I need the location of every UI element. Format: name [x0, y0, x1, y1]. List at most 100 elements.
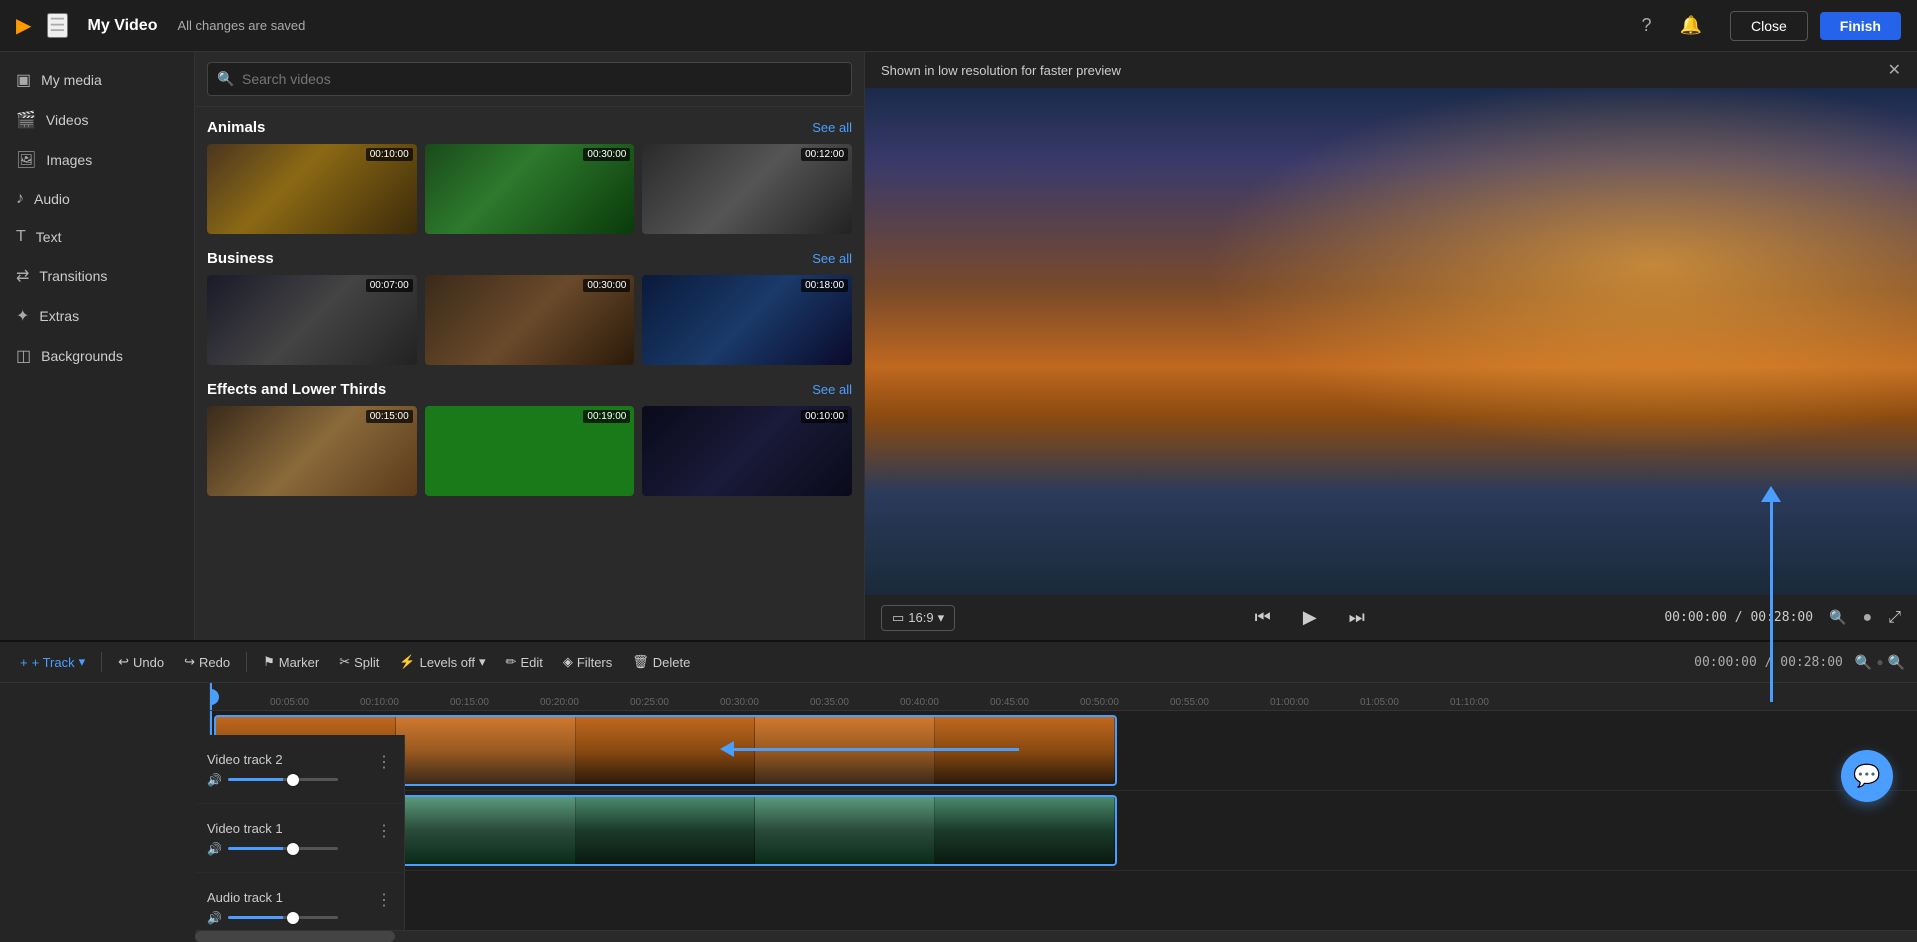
- marker-button[interactable]: ⚑ Marker: [255, 650, 327, 674]
- delete-button[interactable]: 🗑 Delete: [624, 650, 698, 674]
- sidebar-item-backgrounds[interactable]: ◫ Backgrounds: [0, 336, 194, 376]
- ruler-mark-10: 00:55:00: [1170, 697, 1209, 708]
- business-thumb-2[interactable]: 00:18:00: [642, 275, 852, 365]
- aspect-ratio-button[interactable]: ▭ 16:9 ▾: [881, 605, 955, 631]
- sidebar-item-extras[interactable]: ✦ Extras: [0, 296, 194, 336]
- duration-badge: 00:07:00: [366, 279, 413, 292]
- ruler-mark-9: 00:50:00: [1080, 697, 1119, 708]
- effects-thumb-2[interactable]: 00:10:00: [642, 406, 852, 496]
- frame: [935, 797, 1115, 864]
- chat-fab-button[interactable]: 💬: [1841, 750, 1893, 802]
- project-title: My Video: [88, 17, 158, 35]
- add-track-button[interactable]: + + Track ▾: [12, 650, 93, 674]
- animals-title: Animals: [207, 119, 265, 136]
- effects-thumb-1[interactable]: 00:19:00: [425, 406, 635, 496]
- business-header: Business See all: [207, 250, 852, 267]
- redo-button[interactable]: ↪ Redo: [176, 650, 238, 674]
- timeline-toolbar: + + Track ▾ ↩ Undo ↪ Redo ⚑ Marker: [0, 642, 1917, 683]
- finish-button[interactable]: Finish: [1820, 12, 1901, 40]
- close-button[interactable]: Close: [1730, 11, 1808, 41]
- arrow-annotation: [720, 741, 1019, 757]
- effects-see-all[interactable]: See all: [812, 382, 852, 397]
- animal-thumb-1[interactable]: 00:30:00: [425, 144, 635, 234]
- preview-notice-close[interactable]: ✕: [1888, 60, 1901, 80]
- ruler-mark-12: 01:05:00: [1360, 697, 1399, 708]
- track-name: Video track 1: [207, 821, 283, 836]
- toolbar-separator: [101, 652, 102, 672]
- extras-icon: ✦: [16, 306, 29, 326]
- undo-button[interactable]: ↩ Undo: [110, 650, 172, 674]
- zoom-search-button[interactable]: 🔍: [1888, 654, 1905, 671]
- video-track-2-menu[interactable]: ⋮: [376, 752, 392, 772]
- backgrounds-icon: ◫: [16, 346, 31, 366]
- table-row: [210, 711, 1917, 791]
- ruler-mark-5: 00:30:00: [720, 697, 759, 708]
- sidebar-item-label: My media: [41, 72, 102, 88]
- effects-section: Effects and Lower Thirds See all 00:15:0…: [207, 381, 852, 496]
- notifications-button[interactable]: 🔔: [1672, 11, 1710, 40]
- aspect-ratio-label: 16:9: [908, 610, 933, 625]
- duration-badge: 00:30:00: [583, 279, 630, 292]
- filters-label: Filters: [577, 655, 612, 670]
- track-name: Video track 2: [207, 752, 283, 767]
- business-thumb-1[interactable]: 00:30:00: [425, 275, 635, 365]
- zoom-out-button[interactable]: 🔍: [1855, 654, 1872, 671]
- arrow-line: [734, 748, 1019, 751]
- tracks-area: [210, 711, 1917, 942]
- chat-icon: 💬: [1853, 763, 1880, 789]
- video-track-2-volume[interactable]: [228, 778, 338, 781]
- effects-thumb-0[interactable]: 00:15:00: [207, 406, 417, 496]
- aspect-ratio-icon: ▭: [892, 610, 904, 626]
- preview-video: [865, 88, 1917, 595]
- split-button[interactable]: ✂ Split: [331, 650, 387, 674]
- levels-off-button[interactable]: ⚡ Levels off ▾: [391, 650, 493, 674]
- zoom-in-button[interactable]: 🔍: [1829, 609, 1846, 626]
- sidebar-item-label: Backgrounds: [41, 348, 123, 364]
- ruler-mark-4: 00:25:00: [630, 697, 669, 708]
- sidebar-item-transitions[interactable]: ⇄ Transitions: [0, 256, 194, 296]
- video-track-1-volume[interactable]: [228, 847, 338, 850]
- duration-badge: 00:18:00: [801, 279, 848, 292]
- video-track-1-menu[interactable]: ⋮: [376, 821, 392, 841]
- video-track-2-content[interactable]: [210, 711, 1917, 790]
- animal-thumb-2[interactable]: 00:12:00: [642, 144, 852, 234]
- marker-icon: ⚑: [263, 654, 275, 670]
- my-media-icon: ▣: [16, 70, 31, 90]
- hamburger-menu[interactable]: ☰: [47, 13, 67, 38]
- skip-back-button[interactable]: ⏮: [1247, 603, 1279, 632]
- upper-content: ▣ My media 🎬 Videos 🖼 Images ♪ Audio T: [0, 52, 1917, 640]
- animal-thumb-0[interactable]: 00:10:00: [207, 144, 417, 234]
- scrollbar-thumb[interactable]: [195, 931, 395, 942]
- animals-section: Animals See all 00:10:00 00:30:00 00:: [207, 119, 852, 234]
- animals-see-all[interactable]: See all: [812, 120, 852, 135]
- help-button[interactable]: ?: [1634, 11, 1660, 40]
- duration-badge: 00:10:00: [801, 410, 848, 423]
- video-track-1-content[interactable]: [210, 791, 1917, 870]
- business-thumb-0[interactable]: 00:07:00: [207, 275, 417, 365]
- search-input[interactable]: [207, 62, 852, 96]
- play-button[interactable]: ▶: [1295, 603, 1325, 632]
- sidebar-item-images[interactable]: 🖼 Images: [0, 140, 194, 180]
- edit-button[interactable]: ✏ Edit: [498, 650, 551, 674]
- business-see-all[interactable]: See all: [812, 251, 852, 266]
- sidebar-item-my-media[interactable]: ▣ My media: [0, 60, 194, 100]
- preview-panel: Shown in low resolution for faster previ…: [865, 52, 1917, 640]
- filters-button[interactable]: ◈ Filters: [555, 650, 620, 674]
- track-label: + Track: [32, 655, 75, 670]
- timeline-scrollbar[interactable]: [195, 930, 1917, 942]
- sidebar-item-label: Extras: [39, 308, 79, 324]
- expand-button[interactable]: ⤢: [1888, 609, 1901, 627]
- volume-icon: 🔊: [207, 911, 222, 925]
- sidebar-item-audio[interactable]: ♪ Audio: [0, 180, 194, 218]
- animals-header: Animals See all: [207, 119, 852, 136]
- audio-track-1-volume[interactable]: [228, 916, 338, 919]
- skip-forward-button[interactable]: ⏭: [1341, 603, 1373, 632]
- audio-track-1-menu[interactable]: ⋮: [376, 890, 392, 910]
- sidebar-item-videos[interactable]: 🎬 Videos: [0, 100, 194, 140]
- sidebar-item-text[interactable]: T Text: [0, 218, 194, 256]
- ruler-mark-11: 01:00:00: [1270, 697, 1309, 708]
- effects-grid: 00:15:00 00:19:00 00:10:00: [207, 406, 852, 496]
- time-display: 00:00:00 / 00:28:00: [1664, 610, 1813, 625]
- transitions-icon: ⇄: [16, 266, 29, 286]
- duration-badge: 00:30:00: [583, 148, 630, 161]
